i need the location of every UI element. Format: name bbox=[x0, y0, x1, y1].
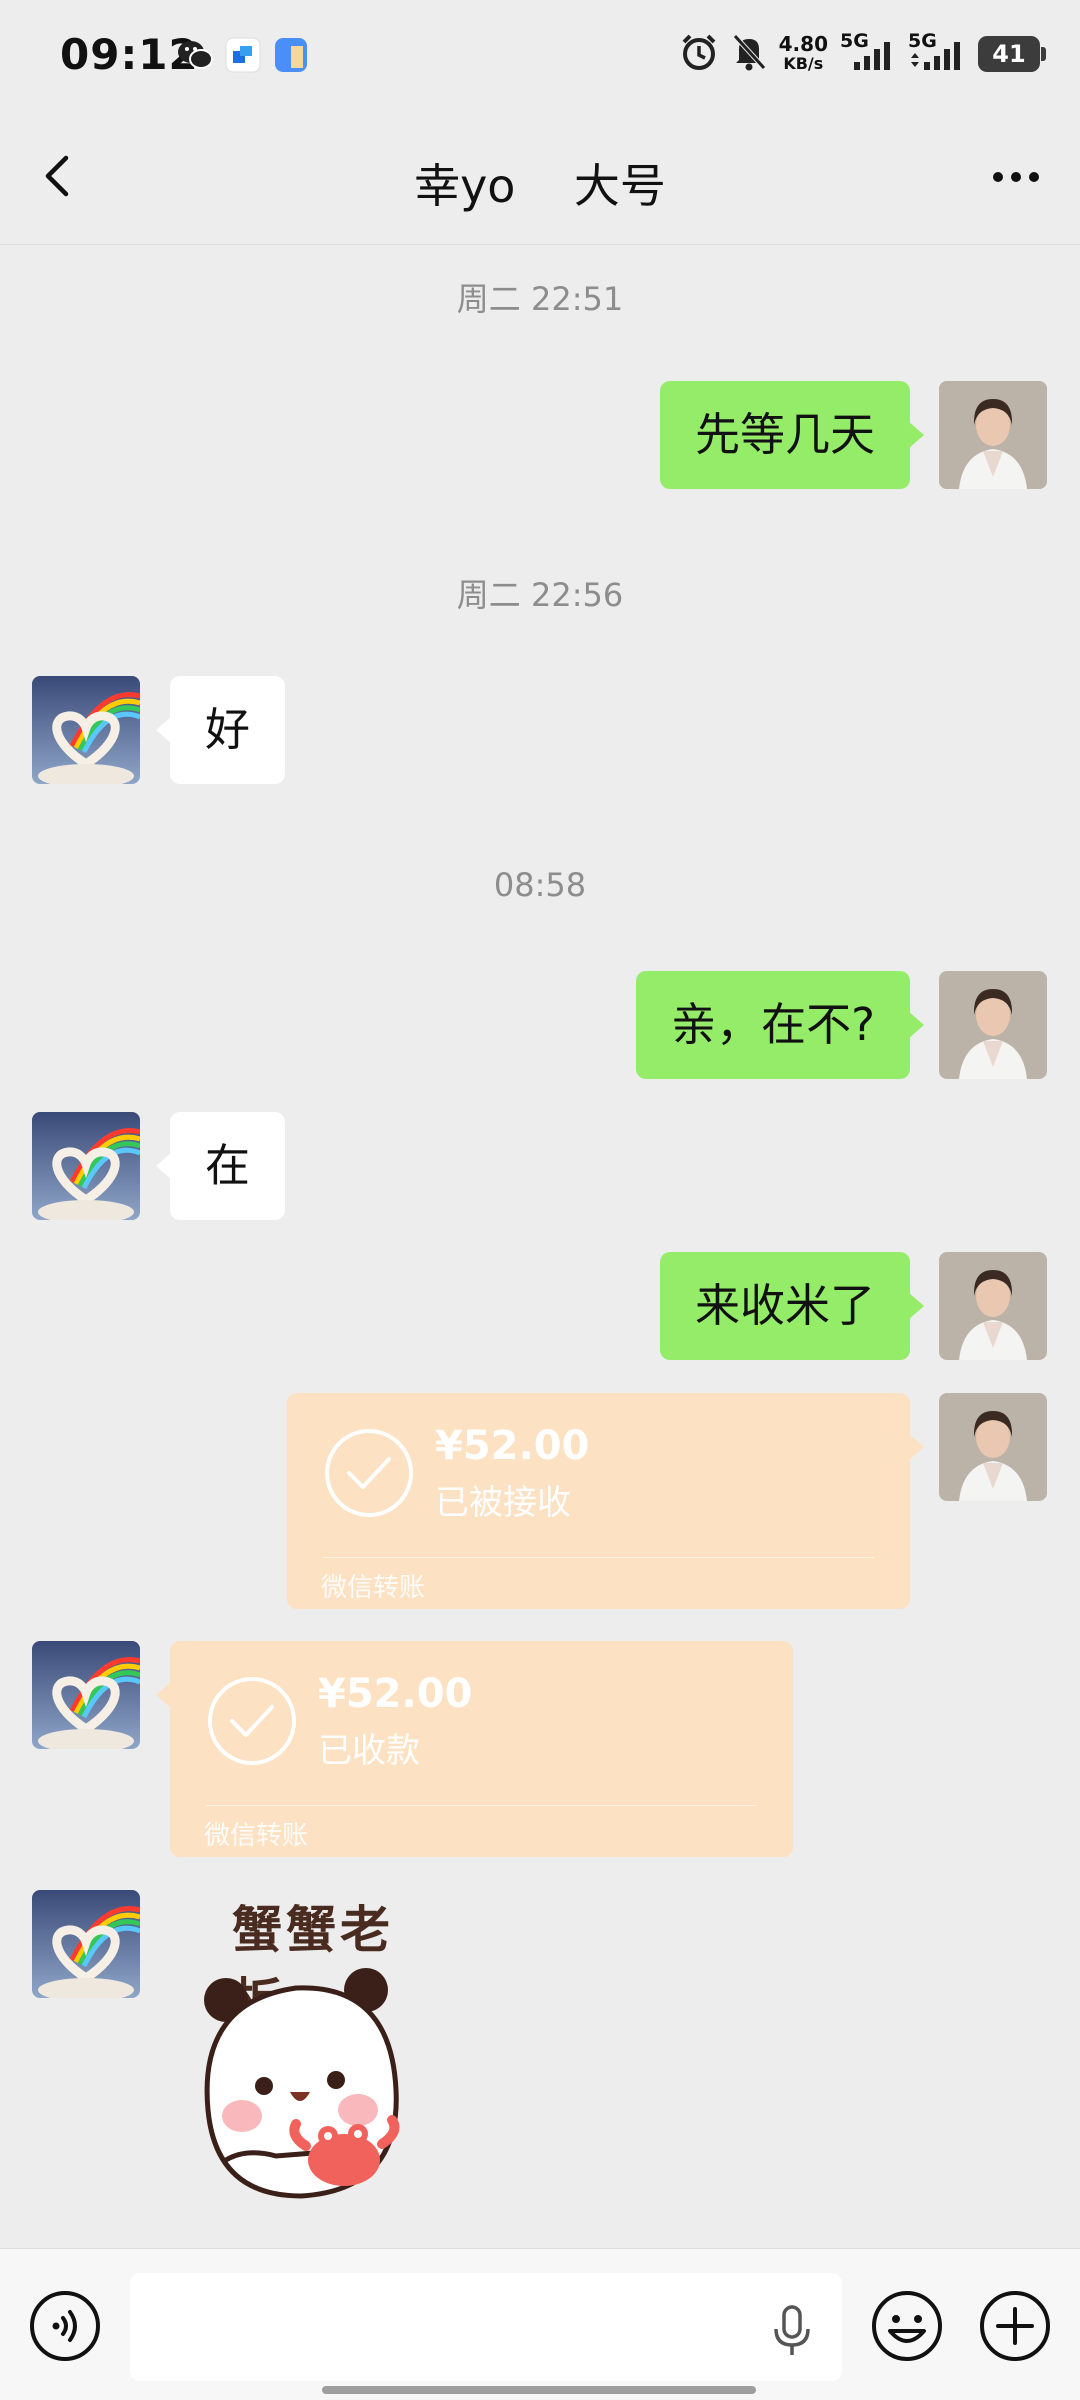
check-circle-icon bbox=[208, 1677, 296, 1765]
transfer-status: 已收款 bbox=[318, 1731, 420, 1771]
wechat-icon bbox=[176, 36, 214, 74]
chat-header: 幸yo 大号 bbox=[0, 110, 1080, 245]
app-icon bbox=[224, 36, 262, 74]
input-bar bbox=[0, 2248, 1080, 2400]
voice-mode-button[interactable] bbox=[28, 2289, 102, 2363]
sticker-panda-crab[interactable]: 蟹蟹老板 bbox=[186, 1890, 446, 2215]
avatar[interactable] bbox=[939, 1252, 1047, 1360]
alarm-icon bbox=[679, 32, 719, 76]
message-bubble-received[interactable]: 好 bbox=[155, 676, 286, 784]
divider bbox=[206, 1805, 757, 1806]
avatar[interactable] bbox=[32, 1890, 140, 1998]
more-button[interactable] bbox=[986, 152, 1046, 202]
avatar[interactable] bbox=[939, 971, 1047, 1079]
signal-icon: 5G bbox=[908, 30, 966, 74]
avatar[interactable] bbox=[32, 676, 140, 784]
transfer-status: 已被接收 bbox=[435, 1483, 571, 1523]
avatar[interactable] bbox=[32, 1641, 140, 1749]
timestamp: 周二 22:51 bbox=[456, 280, 624, 318]
emoji-button[interactable] bbox=[870, 2289, 944, 2363]
avatar[interactable] bbox=[32, 1112, 140, 1220]
microphone-icon[interactable] bbox=[768, 2303, 816, 2359]
smiley-icon bbox=[872, 2291, 942, 2361]
check-circle-icon bbox=[325, 1429, 413, 1517]
timestamp: 周二 22:56 bbox=[456, 576, 624, 614]
more-actions-button[interactable] bbox=[978, 2289, 1052, 2363]
message-bubble-received[interactable]: 在 bbox=[155, 1112, 286, 1220]
transfer-label: 微信转账 bbox=[321, 1573, 426, 1603]
message-bubble-sent[interactable]: 先等几天 bbox=[659, 381, 925, 489]
battery-icon: 41 bbox=[978, 36, 1046, 72]
plus-icon bbox=[980, 2291, 1050, 2361]
transfer-card-sent[interactable]: ¥52.00 已被接收 微信转账 bbox=[287, 1393, 924, 1609]
mute-icon bbox=[731, 32, 767, 76]
divider bbox=[323, 1557, 874, 1558]
files-icon bbox=[272, 36, 310, 74]
chat-title: 幸yo 大号 bbox=[414, 159, 666, 213]
message-bubble-sent[interactable]: 亲，在不? bbox=[636, 971, 924, 1079]
message-input[interactable] bbox=[130, 2273, 842, 2381]
transfer-amount: ¥52.00 bbox=[435, 1423, 590, 1469]
signal-icon: 5G bbox=[840, 30, 896, 74]
home-indicator[interactable] bbox=[322, 2386, 756, 2394]
panda-icon bbox=[204, 1968, 400, 2199]
more-icon bbox=[993, 172, 1039, 182]
avatar[interactable] bbox=[939, 381, 1047, 489]
avatar[interactable] bbox=[939, 1393, 1047, 1501]
transfer-label: 微信转账 bbox=[204, 1821, 309, 1851]
net-speed: 4.80 KB/s bbox=[778, 32, 828, 73]
voice-icon bbox=[30, 2291, 100, 2361]
timestamp: 08:58 bbox=[493, 866, 587, 904]
status-bar: 09:12 4.80 KB/s 5G 5G 41 bbox=[0, 0, 1080, 110]
transfer-card-received[interactable]: ¥52.00 已收款 微信转账 bbox=[156, 1641, 793, 1857]
transfer-amount: ¥52.00 bbox=[318, 1671, 473, 1717]
message-bubble-sent[interactable]: 来收米了 bbox=[659, 1252, 925, 1360]
